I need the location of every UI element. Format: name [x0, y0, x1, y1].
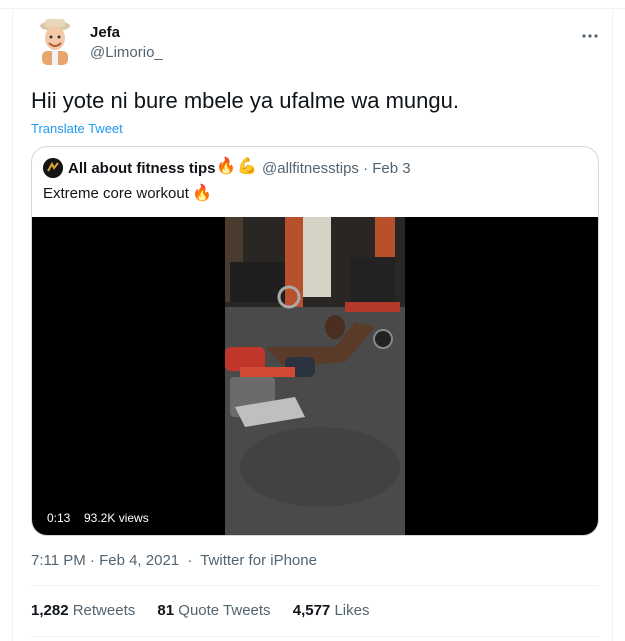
quoted-tweet-text: Extreme core workout	[43, 185, 189, 202]
likes-count: 4,577	[292, 602, 331, 619]
video-duration: 0:13	[41, 509, 77, 527]
gym-workout-scene	[225, 217, 405, 535]
tweet-text: Hii yote ni bure mbele ya ufalme wa mung…	[31, 88, 459, 113]
divider	[31, 585, 599, 586]
avatar-illustration	[40, 19, 70, 65]
author-avatar[interactable]	[33, 17, 77, 67]
divider	[31, 636, 599, 637]
right-border	[612, 9, 613, 641]
tweet-stats: 1,282 Retweets 81 Quote Tweets 4,577 Lik…	[31, 602, 387, 619]
video-views: 93.2K views	[84, 511, 149, 525]
quoted-tweet-card[interactable]: All about fitness tips 🔥 💪 @allfitnessti…	[31, 146, 599, 536]
author-name[interactable]: Jefa	[90, 24, 120, 41]
quoted-author-handle: @allfitnesstips · Feb 3	[262, 160, 411, 177]
likes-stat[interactable]: 4,577 Likes	[293, 602, 370, 619]
fitness-logo-icon	[43, 158, 63, 178]
fire-emoji-icon: 🔥	[216, 158, 236, 175]
quote-tweets-label: Quote Tweets	[178, 602, 271, 619]
quoted-date: · Feb 3	[363, 160, 411, 177]
flexed-biceps-emoji-icon: 💪	[237, 158, 257, 175]
tweet-timestamp[interactable]: 7:11 PM · Feb 4, 2021	[31, 552, 179, 569]
quoted-author-avatar	[43, 158, 63, 178]
translate-tweet-link[interactable]: Translate Tweet	[31, 121, 123, 136]
more-horizontal-icon	[582, 34, 598, 38]
retweets-label: Retweets	[72, 602, 136, 619]
more-options-button[interactable]	[575, 20, 605, 44]
tweet-source[interactable]: Twitter for iPhone	[200, 552, 317, 569]
quoted-handle-text: @allfitnesstips	[262, 160, 359, 177]
tweet-meta: 7:11 PM · Feb 4, 2021 · Twitter for iPho…	[31, 552, 317, 569]
video-thumbnail	[225, 217, 405, 535]
likes-label: Likes	[334, 602, 370, 619]
author-handle[interactable]: @Limorio_	[90, 44, 163, 61]
left-border	[12, 9, 13, 641]
video-player[interactable]: 0:13 93.2K views	[32, 217, 598, 535]
fire-emoji-icon: 🔥	[192, 185, 212, 202]
top-border	[0, 0, 625, 9]
meta-separator: ·	[187, 552, 193, 569]
quote-tweets-stat[interactable]: 81 Quote Tweets	[157, 602, 270, 619]
quoted-author-name: All about fitness tips	[68, 160, 216, 177]
quote-tweets-count: 81	[157, 602, 175, 619]
retweets-stat[interactable]: 1,282 Retweets	[31, 602, 135, 619]
retweets-count: 1,282	[31, 602, 69, 619]
